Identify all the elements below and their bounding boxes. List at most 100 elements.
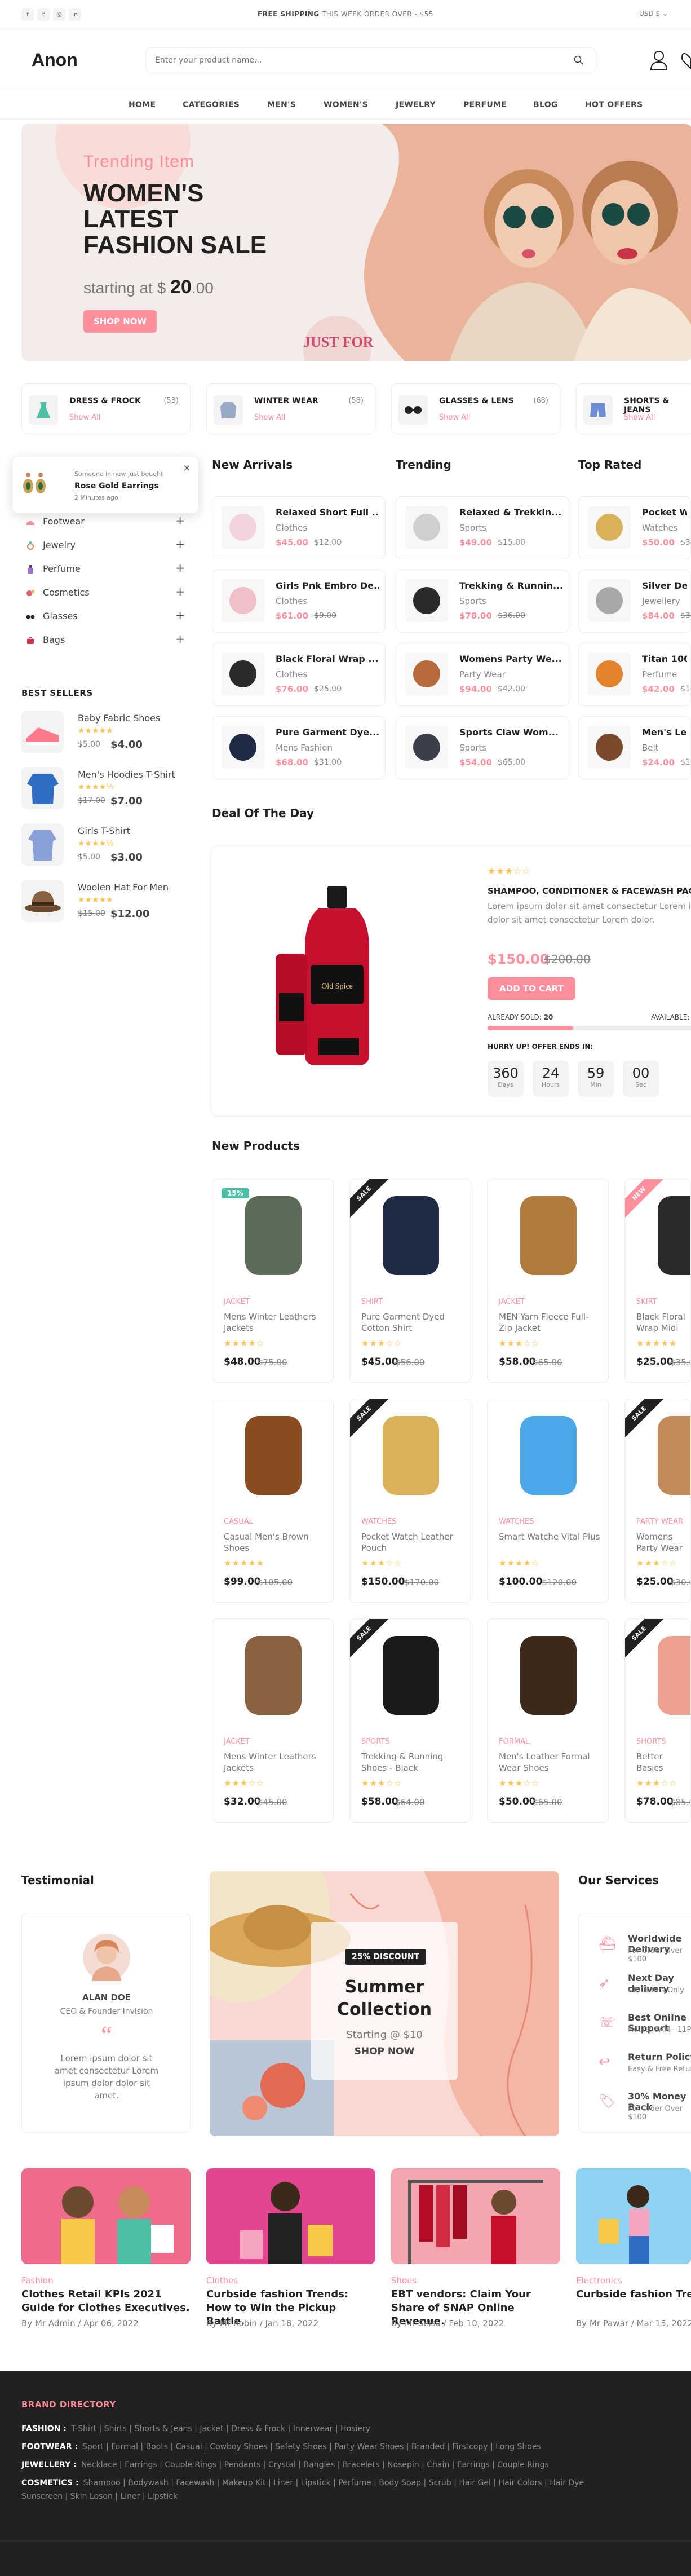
mini-product-card[interactable]: Black Floral Wrap ... Clothes $76.00 $25.00 (212, 643, 386, 706)
blog-title[interactable]: Clothes Retail KPIs 2021 Guide for Cloth… (21, 2288, 191, 2315)
sidebar-item-glasses[interactable]: Glasses + (21, 605, 185, 628)
summer-collection-banner[interactable]: 25% DISCOUNT Summer Collection Starting @… (210, 1871, 559, 2136)
service-support[interactable]: ☏ Best Online Support Hours: 8AM - 11PM (578, 2008, 691, 2041)
blog-category[interactable]: Shoes (391, 2275, 417, 2286)
category-card-winter[interactable]: WINTER WEAR (58) Show All (206, 383, 375, 434)
plus-icon[interactable]: + (175, 561, 185, 575)
mini-product-card[interactable]: Pure Garment Dye... Mens Fashion $68.00 $31… (212, 716, 386, 779)
product-category[interactable]: WATCHES (361, 1518, 397, 1526)
mini-product-card[interactable]: Silver Deer... Jewellery $84.00 $30.00 (578, 570, 691, 633)
toast-title[interactable]: Rose Gold Earrings (74, 482, 159, 491)
service-next-day[interactable]: ➶ Next Day delivery UK Orders Only (578, 1968, 691, 2002)
show-all-link[interactable]: Show All (624, 413, 655, 422)
footer-row-fashion[interactable]: FASHION : T-Shirt | Shirts | Shorts & Jea… (21, 2424, 370, 2433)
nav-womens[interactable]: WOMEN'S (324, 100, 368, 109)
product-category[interactable]: FORMAL (499, 1737, 529, 1746)
category-card-glasses[interactable]: GLASSES & LENS (68) Show All (391, 383, 560, 434)
show-all-link[interactable]: Show All (69, 413, 100, 422)
product-title[interactable]: Womens Party Wear Shoes (636, 1531, 690, 1554)
product-card[interactable]: SALESHORTSBetter Basics French Terry Swe… (624, 1618, 691, 1823)
product-title[interactable]: Black Floral Wrap Midi Skirt (636, 1311, 690, 1334)
service-worldwide[interactable]: ⛴ Worldwide Delivery For Order Over $100 (578, 1929, 691, 1964)
search-input[interactable] (145, 47, 596, 73)
footer-row-cosmetics-cont[interactable]: Sunscreen | Skin Loson | Liner | Lipstic… (21, 2492, 178, 2501)
plus-icon[interactable]: + (175, 632, 185, 646)
nav-mens[interactable]: MEN'S (267, 100, 296, 109)
plus-icon[interactable]: + (175, 537, 185, 551)
product-title[interactable]: Mens Winter Leathers Jackets (224, 1751, 325, 1774)
sidebar-item-jewelry[interactable]: Jewelry + (21, 534, 185, 557)
sidebar-item-bags[interactable]: Bags + (21, 629, 185, 651)
show-all-link[interactable]: Show All (439, 413, 470, 422)
product-category[interactable]: JACKET (224, 1298, 250, 1306)
product-card[interactable]: CASUAL Casual Men's Brown Shoes ★★★★★ $99.0… (212, 1399, 334, 1603)
product-category[interactable]: SKIRT (636, 1298, 657, 1306)
heart-icon[interactable] (681, 50, 691, 71)
product-card[interactable]: SALEPARTY WEARWomens Party Wear Shoes★★★… (624, 1399, 691, 1603)
product-category[interactable]: WATCHES (499, 1518, 534, 1526)
nav-hot-offers[interactable]: HOT OFFERS (585, 100, 643, 109)
product-title[interactable]: Men's Leather Formal Wear Shoes (499, 1751, 600, 1774)
product-category[interactable]: SHORTS (636, 1737, 666, 1746)
mini-product-card[interactable]: Sports Claw Wom... Sports $54.00 $65.00 (396, 716, 569, 779)
plus-icon[interactable]: + (175, 585, 185, 598)
best-seller-item[interactable]: Girls T-Shirt ★★★★½ $5.00 $3.00 (21, 823, 191, 868)
blog-category[interactable]: Electronics (576, 2275, 622, 2286)
plus-icon[interactable]: + (175, 514, 185, 527)
mini-product-card[interactable]: Relaxed & Trekkin... Sports $49.00 $15.00 (396, 496, 569, 559)
blog-title[interactable]: Curbside fashion Trends: How to Win the … (576, 2288, 691, 2301)
blog-category[interactable]: Fashion (21, 2275, 54, 2286)
cta-shop-now-link[interactable]: SHOP NOW (311, 2046, 458, 2057)
nav-blog[interactable]: BLOG (533, 100, 558, 109)
product-card[interactable]: SALE SHIRT Pure Garment Dyed Cotton Shirt ★… (349, 1179, 471, 1383)
nav-home[interactable]: HOME (129, 100, 156, 109)
mini-product-card[interactable]: Titan 100 M... Perfume $42.00 $10.00 (578, 643, 691, 706)
sidebar-item-cosmetics[interactable]: Cosmetics + (21, 581, 185, 604)
product-title[interactable]: Better Basics French Terry Sweatshorts (636, 1751, 690, 1774)
mini-product-card[interactable]: Trekking & Runnin... Sports $78.00 $36.00 (396, 570, 569, 633)
product-title[interactable]: Pure Garment Dyed Cotton Shirt (361, 1311, 463, 1334)
product-card[interactable]: SALE WATCHES Pocket Watch Leather Pouch ★★★… (349, 1399, 471, 1603)
mini-product-card[interactable]: Pocket Wa... Watches $50.00 $34.00 (578, 496, 691, 559)
product-card[interactable]: NEWSKIRTBlack Floral Wrap Midi Skirt★★★★… (624, 1179, 691, 1383)
product-category[interactable]: PARTY WEAR (636, 1518, 683, 1526)
category-card-dress[interactable]: DRESS & FROCK (53) Show All (21, 383, 191, 434)
product-category[interactable]: CASUAL (224, 1518, 253, 1526)
nav-jewelry[interactable]: JEWELRY (396, 100, 436, 109)
best-seller-item[interactable]: Men's Hoodies T-Shirt ★★★★½ $17.00 $7.00 (21, 767, 191, 812)
best-seller-item[interactable]: Woolen Hat For Men ★★★★★ $15.00 $12.00 (21, 880, 191, 925)
product-title[interactable]: Pocket Watch Leather Pouch (361, 1531, 463, 1554)
product-category[interactable]: SPORTS (361, 1737, 390, 1746)
footer-row-jewellery[interactable]: JEWELLERY : Necklace | Earrings | Couple … (21, 2460, 549, 2469)
show-all-link[interactable]: Show All (254, 413, 285, 422)
close-icon[interactable]: × (183, 462, 191, 473)
user-icon[interactable] (649, 50, 668, 71)
best-seller-item[interactable]: Baby Fabric Shoes ★★★★★ $5.00 $4.00 (21, 711, 191, 756)
product-category[interactable]: JACKET (224, 1737, 250, 1746)
mini-product-card[interactable]: Girls Pnk Embro De... Clothes $61.00 $9.00 (212, 570, 386, 633)
service-money-back[interactable]: 🏷 30% Money Back For Order Over $100 (578, 2087, 691, 2121)
logo[interactable]: Anon (32, 50, 78, 70)
shop-now-button[interactable]: SHOP NOW (83, 310, 157, 333)
currency-select[interactable]: USD $ ⌄ (639, 10, 668, 17)
product-title[interactable]: Trekking & Running Shoes - Black (361, 1751, 463, 1774)
sidebar-item-footwear[interactable]: Footwear + (21, 510, 185, 533)
product-card[interactable]: 15% JACKET Mens Winter Leathers Jackets ★★★… (212, 1179, 334, 1383)
product-title[interactable]: MEN Yarn Fleece Full-Zip Jacket (499, 1311, 600, 1334)
mini-product-card[interactable]: Womens Party We... Party Wear $94.00 $42.00 (396, 643, 569, 706)
mini-product-card[interactable]: Relaxed Short Full ... Clothes $45.00 $12.0… (212, 496, 386, 559)
footer-row-cosmetics[interactable]: COSMETICS : Shampoo | Bodywash | Facewash… (21, 2478, 691, 2487)
product-card[interactable]: JACKET MEN Yarn Fleece Full-Zip Jacket ★★★… (487, 1179, 609, 1383)
product-category[interactable]: JACKET (499, 1298, 525, 1306)
product-title[interactable]: Casual Men's Brown Shoes (224, 1531, 325, 1554)
product-card[interactable]: WATCHES Smart Watche Vital Plus ★★★★☆ $100.… (487, 1399, 609, 1603)
category-card-shorts[interactable]: SHORTS & JEANS Show All (576, 383, 691, 434)
mini-product-card[interactable]: Men's Leat... Belt $24.00 $10.00 (578, 716, 691, 779)
service-return[interactable]: ↩ Return Policy Easy & Free Return (578, 2047, 691, 2081)
plus-icon[interactable]: + (175, 608, 185, 622)
product-title[interactable]: Mens Winter Leathers Jackets (224, 1311, 325, 1334)
sidebar-item-perfume[interactable]: Perfume + (21, 558, 185, 580)
search-icon[interactable] (574, 55, 584, 65)
product-card[interactable]: FORMAL Men's Leather Formal Wear Shoes ★★★… (487, 1618, 609, 1823)
product-title[interactable]: Smart Watche Vital Plus (499, 1531, 600, 1542)
